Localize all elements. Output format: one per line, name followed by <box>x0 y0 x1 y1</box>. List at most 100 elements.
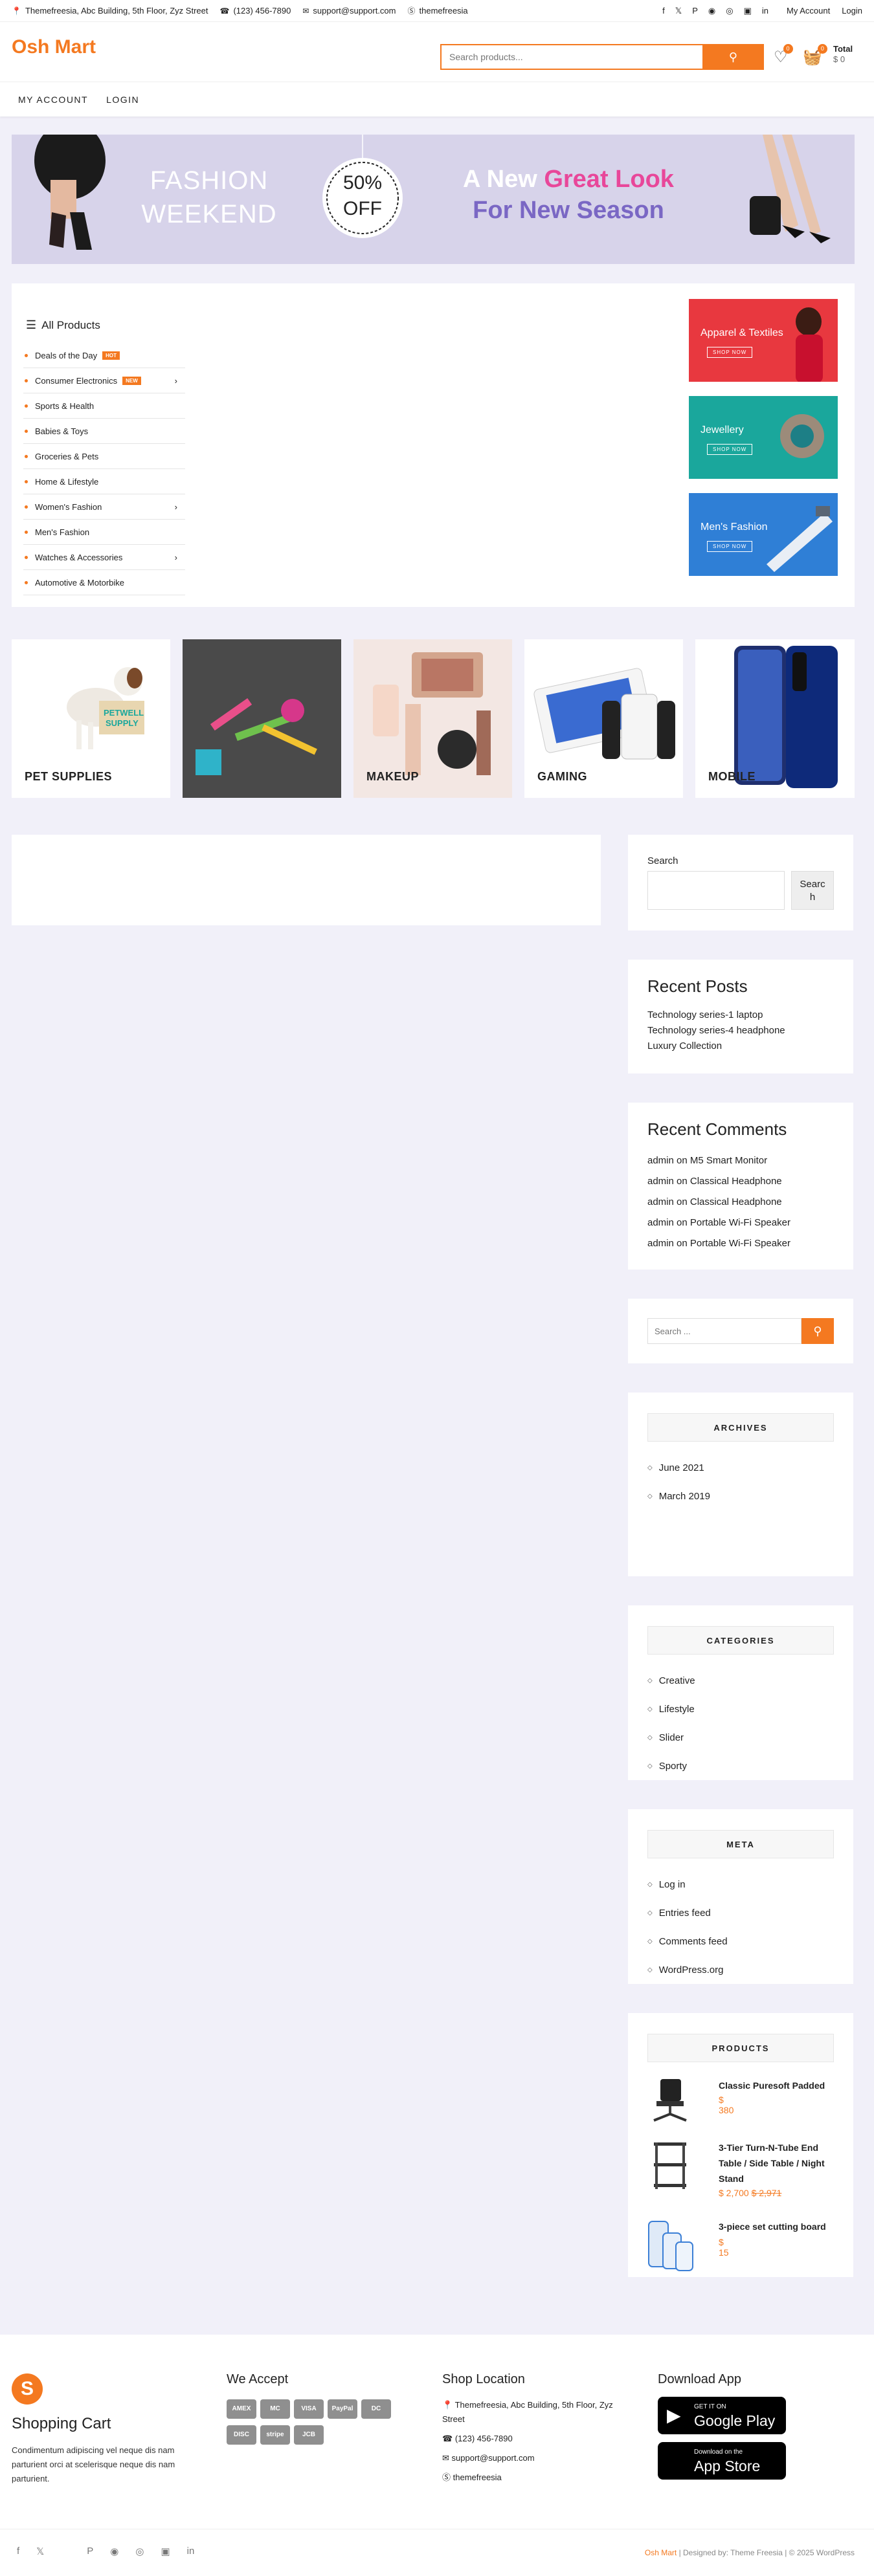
tile-makeup[interactable]: MAKEUP <box>353 639 512 798</box>
cart-total[interactable]: Total $ 0 <box>833 44 853 65</box>
category-label: Women's Fashion <box>35 501 102 512</box>
promo-apparel[interactable]: Apparel & Textiles SHOP NOW <box>689 299 838 382</box>
comment-author[interactable]: admin <box>647 1176 674 1187</box>
comment-on: on <box>673 1238 690 1249</box>
cart-button[interactable]: 🧺 0 <box>803 44 827 67</box>
copyright-site-link[interactable]: Osh Mart <box>645 2548 677 2557</box>
search-button[interactable]: ⚲ <box>702 44 764 70</box>
my-account-link[interactable]: My Account <box>787 6 830 16</box>
flickr-icon[interactable]: ▣ <box>161 2546 170 2557</box>
nav-login[interactable]: LOGIN <box>106 94 139 105</box>
comment-author[interactable]: admin <box>647 1196 674 1207</box>
recent-post[interactable]: Technology series-1 laptop <box>647 1007 785 1023</box>
pinterest-icon[interactable]: P <box>87 2546 93 2557</box>
comment-post[interactable]: Classical Headphone <box>690 1176 782 1187</box>
site-logo[interactable]: Osh Mart <box>12 36 96 58</box>
promo-jewellery[interactable]: Jewellery SHOP NOW <box>689 396 838 479</box>
category-item[interactable]: Automotive & Motorbike <box>23 570 185 595</box>
x-twitter-icon[interactable]: 𝕏 <box>36 2546 44 2557</box>
phone-info[interactable]: ☎ (123) 456-7890 <box>219 6 291 16</box>
recent-post[interactable]: Technology series-4 headphone <box>647 1023 785 1039</box>
diamond-bullet-icon: ◇ <box>647 1966 653 1974</box>
email-info[interactable]: ✉ support@support.com <box>302 6 396 16</box>
meta-item[interactable]: ◇ WordPress.org <box>647 1955 834 1984</box>
envelope-icon: ✉ <box>302 6 309 16</box>
products-title: PRODUCTS <box>647 2034 834 2062</box>
promo-apparel-button[interactable]: SHOP NOW <box>707 347 753 358</box>
app-store-badge[interactable]: Download on the App Store <box>658 2442 786 2480</box>
search-widget-input[interactable] <box>647 871 785 910</box>
footer-email[interactable]: ✉ support@support.com <box>442 2451 623 2465</box>
category-widget-item[interactable]: ◇ Lifestyle <box>647 1695 834 1723</box>
instagram-icon[interactable]: ◎ <box>135 2546 144 2557</box>
category-item[interactable]: Men's Fashion <box>23 520 185 545</box>
category-item[interactable]: Watches & Accessories › <box>23 545 185 570</box>
all-products-header[interactable]: ☰ All Products <box>26 318 100 332</box>
meta-item[interactable]: ◇ Comments feed <box>647 1927 834 1955</box>
recent-post[interactable]: Luxury Collection <box>647 1039 785 1054</box>
archive-item[interactable]: ◇ March 2019 <box>647 1482 834 1510</box>
search-widget-2-input[interactable] <box>647 1318 801 1344</box>
login-link[interactable]: Login <box>842 6 862 16</box>
facebook-icon[interactable]: f <box>17 2546 19 2557</box>
category-item[interactable]: Babies & Toys <box>23 419 185 444</box>
comment-post[interactable]: Portable Wi-Fi Speaker <box>690 1217 790 1228</box>
linkedin-icon[interactable]: in <box>762 6 768 16</box>
visa-icon: VISA <box>294 2399 324 2419</box>
dribbble-icon[interactable]: ◉ <box>708 6 715 16</box>
category-item[interactable]: Home & Lifestyle <box>23 469 185 494</box>
promo-mens-fashion[interactable]: Men's Fashion SHOP NOW <box>689 493 838 576</box>
recent-comment: admin on Portable Wi-Fi Speaker <box>647 1233 790 1254</box>
tile-stationery[interactable] <box>183 639 341 798</box>
category-widget-item[interactable]: ◇ Sporty <box>647 1752 834 1780</box>
tile-gaming[interactable]: GAMING <box>524 639 683 798</box>
category-item[interactable]: Deals of the Day HOT <box>23 343 185 368</box>
diners-club-icon: DC <box>361 2399 391 2419</box>
footer-skype[interactable]: Ⓢ themefreesia <box>442 2471 623 2485</box>
bullet-icon <box>25 480 28 483</box>
category-item[interactable]: Women's Fashion › <box>23 494 185 520</box>
category-item[interactable]: Sports & Health <box>23 393 185 419</box>
google-play-badge[interactable]: ▶ GET IT ON Google Play <box>658 2397 786 2434</box>
comment-author[interactable]: admin <box>647 1217 674 1228</box>
comment-author[interactable]: admin <box>647 1238 674 1249</box>
x-twitter-icon[interactable]: 𝕏 <box>675 6 682 16</box>
dribbble-icon[interactable]: ◉ <box>110 2546 118 2557</box>
nav-my-account[interactable]: MY ACCOUNT <box>18 94 88 105</box>
tile-mobile[interactable]: MOBILE <box>695 639 855 798</box>
tile-pet-supplies[interactable]: PETWELL SUPPLY PET SUPPLIES <box>12 639 170 798</box>
wishlist-button[interactable]: ♡ 0 <box>774 44 793 67</box>
footer-phone[interactable]: ☎ (123) 456-7890 <box>442 2432 623 2446</box>
pinterest-icon[interactable]: P <box>692 6 698 16</box>
banner-line2: WEEKEND <box>141 200 277 228</box>
search-widget-button[interactable]: Search <box>791 871 834 910</box>
promo-mens-button[interactable]: SHOP NOW <box>707 541 753 552</box>
instagram-icon[interactable]: ◎ <box>726 6 733 16</box>
map-pin-icon: 📍 <box>442 2400 453 2410</box>
comment-post[interactable]: Portable Wi-Fi Speaker <box>690 1238 790 1249</box>
meta-item[interactable]: ◇ Log in <box>647 1870 834 1899</box>
category-item[interactable]: Consumer Electronics NEW › <box>23 368 185 393</box>
flickr-icon[interactable]: ▣ <box>744 6 752 16</box>
product-item[interactable]: Classic Puresoft Padded $ 380 <box>647 2078 825 2126</box>
skype-info[interactable]: Ⓢthemefreesia <box>408 5 468 16</box>
category-label: Automotive & Motorbike <box>35 577 125 588</box>
discount-off: OFF <box>343 198 382 219</box>
linkedin-icon[interactable]: in <box>187 2546 195 2557</box>
meta-item[interactable]: ◇ Entries feed <box>647 1899 834 1927</box>
category-widget-item[interactable]: ◇ Creative <box>647 1666 834 1695</box>
promo-jewellery-button[interactable]: SHOP NOW <box>707 444 753 455</box>
product-item[interactable]: 3-Tier Turn-N-Tube End Table / Side Tabl… <box>647 2140 825 2198</box>
product-name: 3-Tier Turn-N-Tube End Table / Side Tabl… <box>719 2142 825 2184</box>
comment-post[interactable]: M5 Smart Monitor <box>690 1155 767 1166</box>
facebook-icon[interactable]: f <box>662 6 665 16</box>
comment-post[interactable]: Classical Headphone <box>690 1196 782 1207</box>
search-widget-2-button[interactable]: ⚲ <box>801 1318 834 1344</box>
category-item[interactable]: Groceries & Pets <box>23 444 185 469</box>
category-widget-item[interactable]: ◇ Slider <box>647 1723 834 1752</box>
archive-item[interactable]: ◇ June 2021 <box>647 1453 834 1482</box>
product-item[interactable]: 3-piece set cutting board $ 15 <box>647 2220 826 2275</box>
hero-banner[interactable]: FASHION WEEKEND 50% OFF A New Great Look… <box>12 135 855 264</box>
product-search-input[interactable] <box>440 44 702 70</box>
comment-author[interactable]: admin <box>647 1155 674 1166</box>
